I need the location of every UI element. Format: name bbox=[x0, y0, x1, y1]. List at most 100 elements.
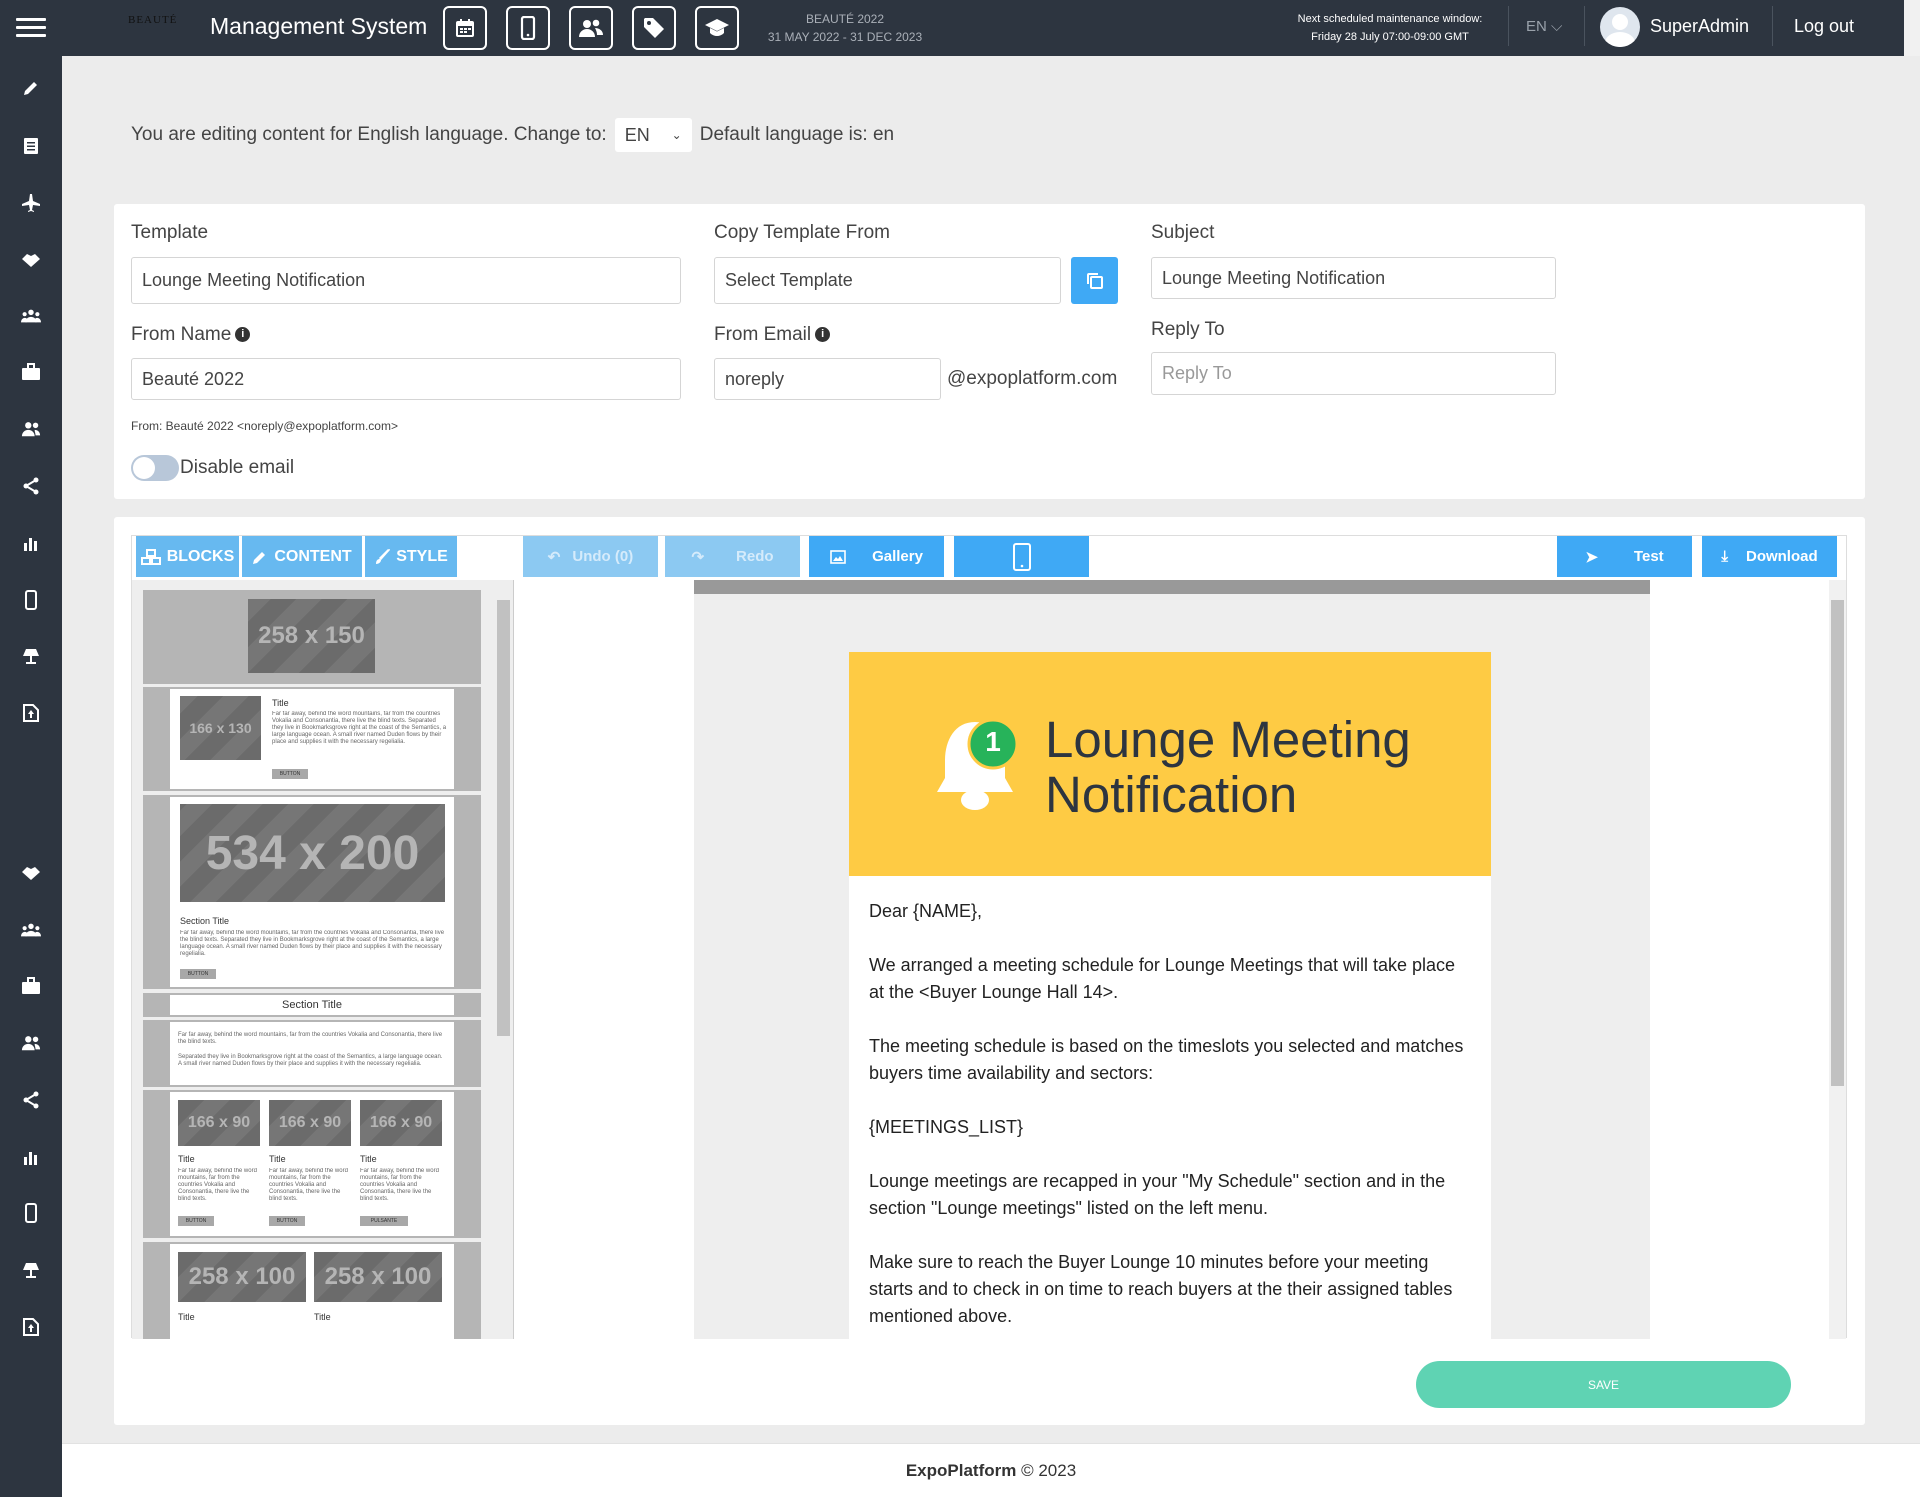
divider bbox=[1772, 6, 1773, 46]
mobile-icon[interactable] bbox=[21, 1203, 41, 1223]
scrollbar[interactable] bbox=[1904, 0, 1920, 56]
users-icon[interactable] bbox=[569, 6, 613, 50]
tab-blocks[interactable]: BLOCKS bbox=[136, 536, 239, 577]
disable-email-toggle[interactable] bbox=[131, 455, 179, 481]
upload-icon[interactable] bbox=[21, 1317, 41, 1337]
blocks-scrollbar[interactable] bbox=[495, 580, 512, 1339]
download-button[interactable]: ⤓ Download bbox=[1702, 536, 1837, 577]
chevron-down-icon: ⌵ bbox=[1551, 18, 1563, 35]
brand-logo: BEAUTÉ bbox=[128, 14, 178, 26]
email-title-line2: Notification bbox=[1045, 766, 1298, 823]
users-icon[interactable] bbox=[21, 419, 41, 439]
language-select[interactable]: EN ⌵ bbox=[1526, 18, 1562, 35]
email-canvas: 1 Lounge Meeting Notification Dear {NAME… bbox=[514, 580, 1846, 1339]
block-template[interactable]: Section Title bbox=[143, 993, 481, 1017]
tag-icon[interactable] bbox=[632, 6, 676, 50]
upload-icon[interactable] bbox=[21, 703, 41, 723]
image-icon bbox=[830, 549, 846, 564]
download-icon: ⤓ bbox=[1721, 548, 1728, 565]
bar-chart-icon[interactable] bbox=[21, 533, 41, 553]
canvas-scrollbar[interactable] bbox=[1829, 580, 1846, 1339]
share-icon[interactable] bbox=[21, 1090, 41, 1110]
briefcase-icon[interactable] bbox=[21, 362, 41, 382]
email-paragraph: Dear {NAME}, bbox=[869, 901, 983, 921]
block-template[interactable]: 534 x 200 Section Title Far far away, be… bbox=[143, 795, 481, 989]
share-icon[interactable] bbox=[21, 476, 41, 496]
block-text: Far far away, behind the word mountains,… bbox=[360, 1168, 439, 1202]
info-icon[interactable]: i bbox=[235, 327, 251, 343]
event-info: BEAUTÉ 2022 31 MAY 2022 - 31 DEC 2023 bbox=[760, 10, 930, 46]
block-text: Separated they live in Bookmarksgrove ri… bbox=[178, 1054, 443, 1067]
footer-text: ExpoPlatform © 2023 bbox=[62, 1461, 1920, 1481]
from-name-label-text: From Name bbox=[131, 324, 232, 345]
block-template[interactable]: 258 x 100 258 x 100 Title Title bbox=[143, 1242, 481, 1339]
test-button[interactable]: ➤ Test bbox=[1557, 536, 1692, 577]
block-title: Title bbox=[178, 1312, 195, 1322]
group-icon[interactable] bbox=[21, 306, 41, 326]
gallery-button[interactable]: Gallery bbox=[809, 536, 944, 577]
copy-icon[interactable] bbox=[1071, 257, 1118, 304]
calendar-icon[interactable] bbox=[443, 6, 487, 50]
menu-icon[interactable] bbox=[16, 18, 46, 38]
email-header[interactable]: 1 Lounge Meeting Notification bbox=[849, 652, 1491, 876]
username[interactable]: SuperAdmin bbox=[1650, 16, 1749, 37]
undo-button[interactable]: ↶ Undo (0) bbox=[523, 536, 658, 577]
language-bar: You are editing content for English lang… bbox=[131, 118, 894, 152]
from-name-input[interactable]: Beauté 2022 bbox=[131, 358, 681, 400]
list-icon[interactable] bbox=[21, 136, 41, 156]
lamp-icon[interactable] bbox=[21, 1260, 41, 1280]
email-paragraph: The meeting schedule is based on the tim… bbox=[869, 1036, 1464, 1083]
mobile-icon[interactable] bbox=[21, 590, 41, 610]
block-button: BUTTON bbox=[269, 1216, 305, 1226]
reply-to-input[interactable]: Reply To bbox=[1151, 352, 1556, 395]
brush-icon bbox=[376, 548, 391, 564]
lamp-icon[interactable] bbox=[21, 646, 41, 666]
copy-template-label: Copy Template From bbox=[714, 222, 890, 243]
info-icon[interactable]: i bbox=[815, 327, 831, 343]
block-title: Title bbox=[360, 1154, 377, 1164]
from-email-input[interactable]: noreply bbox=[714, 358, 941, 400]
placeholder-image: 258 x 100 bbox=[178, 1252, 306, 1302]
handshake-icon[interactable] bbox=[21, 863, 41, 883]
language-dropdown[interactable]: EN ⌄ bbox=[614, 118, 692, 152]
logout-link[interactable]: Log out bbox=[1794, 16, 1854, 37]
tab-content[interactable]: CONTENT bbox=[242, 536, 362, 577]
save-button[interactable]: SAVE bbox=[1416, 1361, 1791, 1408]
tab-style[interactable]: STYLE bbox=[365, 536, 457, 577]
users-icon[interactable] bbox=[21, 1033, 41, 1053]
block-template[interactable]: 166 x 90 166 x 90 166 x 90 Title Title T… bbox=[143, 1090, 481, 1238]
language-prefix: You are editing content for English lang… bbox=[131, 124, 607, 145]
avatar[interactable] bbox=[1600, 7, 1640, 47]
redo-label: Redo bbox=[736, 548, 774, 565]
group-icon[interactable] bbox=[21, 920, 41, 940]
block-template[interactable]: Far far away, behind the word mountains,… bbox=[143, 1020, 481, 1087]
section-title: Section Title bbox=[180, 916, 230, 926]
mobile-icon[interactable] bbox=[506, 6, 550, 50]
mobile-preview-button[interactable] bbox=[954, 536, 1089, 577]
block-template[interactable]: 258 x 150 bbox=[143, 590, 481, 684]
email-paper: 1 Lounge Meeting Notification Dear {NAME… bbox=[694, 580, 1650, 1339]
download-label: Download bbox=[1745, 548, 1818, 565]
plane-icon[interactable] bbox=[21, 193, 41, 213]
email-body[interactable]: Dear {NAME}, We arranged a meeting sched… bbox=[869, 898, 1469, 1339]
bar-chart-icon[interactable] bbox=[21, 1147, 41, 1167]
email-editor: BLOCKS CONTENT STYLE ↶ Undo (0) ↷ Redo Gal… bbox=[131, 535, 1847, 1339]
footer-brand: ExpoPlatform bbox=[905, 1461, 1017, 1480]
handshake-icon[interactable] bbox=[21, 250, 41, 270]
block-template[interactable]: 166 x 130 Title Far far away, behind the… bbox=[143, 687, 481, 791]
default-language-text: Default language is: en bbox=[699, 124, 895, 145]
briefcase-icon[interactable] bbox=[21, 976, 41, 996]
cubes-icon bbox=[140, 548, 161, 565]
tab-style-label: STYLE bbox=[396, 547, 448, 565]
blocks-panel: 258 x 150 166 x 130 Title Far far away, … bbox=[132, 580, 514, 1339]
copy-template-select[interactable]: Select Template bbox=[714, 257, 1061, 304]
subject-input[interactable]: Lounge Meeting Notification bbox=[1151, 257, 1556, 299]
redo-button[interactable]: ↷ Redo bbox=[665, 536, 800, 577]
pencil-icon[interactable] bbox=[21, 78, 41, 98]
block-button: BUTTON bbox=[178, 1216, 214, 1226]
template-input[interactable]: Lounge Meeting Notification bbox=[131, 257, 681, 304]
graduation-cap-icon[interactable] bbox=[695, 6, 739, 50]
template-settings-card: Template Lounge Meeting Notification Cop… bbox=[114, 204, 1865, 499]
paper-plane-icon: ➤ bbox=[1585, 548, 1598, 566]
email-preview[interactable]: 1 Lounge Meeting Notification Dear {NAME… bbox=[849, 652, 1491, 1339]
